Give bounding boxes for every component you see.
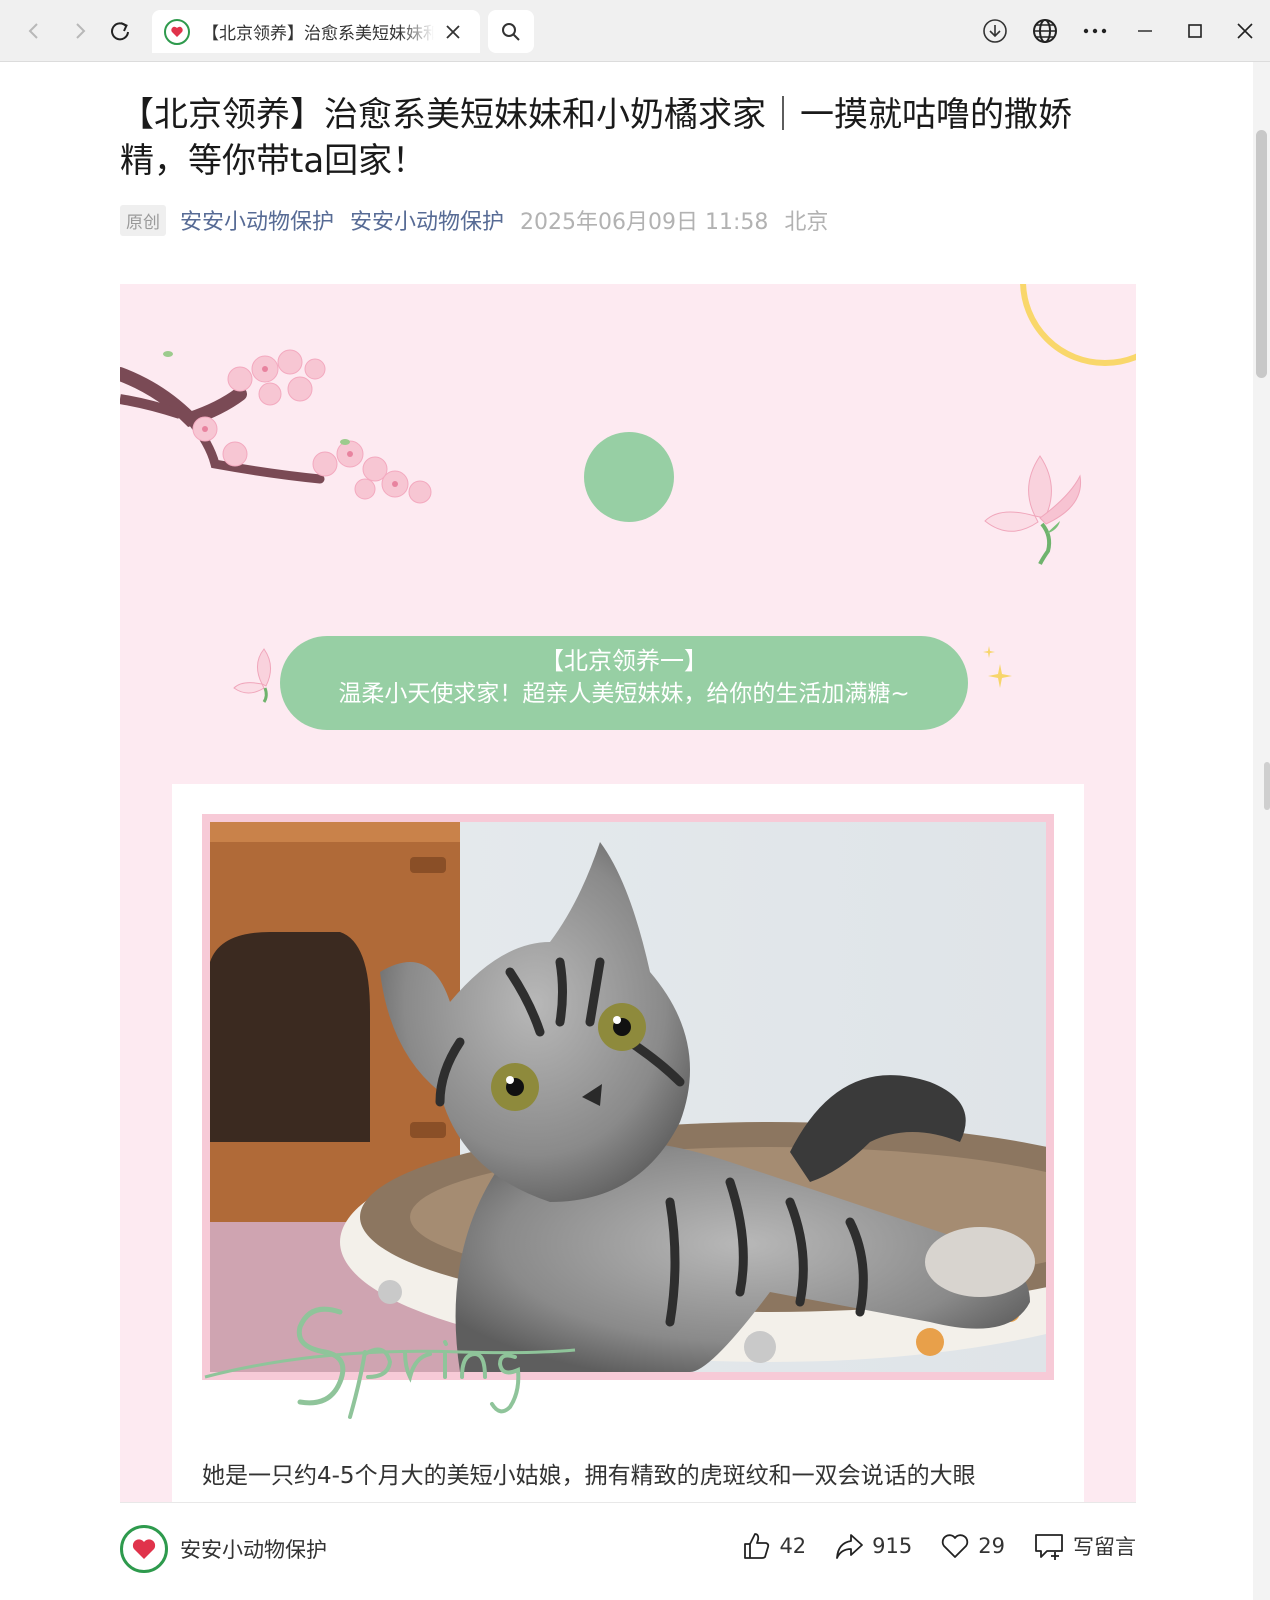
share-count: 915 xyxy=(872,1534,913,1558)
comment-button[interactable]: 写留言 xyxy=(1033,1531,1136,1561)
account-name[interactable]: 安安小动物保护 xyxy=(180,1534,327,1564)
heart-icon xyxy=(942,1534,969,1558)
scrollbar[interactable] xyxy=(1253,62,1270,1600)
globe-icon xyxy=(1033,19,1057,43)
browser-toolbar: 【北京领养】治愈系美短妹妹和小奶橘求家 xyxy=(0,0,1270,62)
scrollbar-thumb-secondary[interactable] xyxy=(1264,762,1270,810)
share-button[interactable]: 915 xyxy=(834,1531,912,1561)
sparkle-icon xyxy=(983,646,1012,688)
like-count: 42 xyxy=(779,1534,807,1558)
close-icon xyxy=(1237,23,1253,39)
search-button[interactable] xyxy=(488,10,534,53)
adoption-poster: 【北京领养一】 温柔小天使求家！超亲人美短妹妹，给你的生活加满糖~ 她是一只约4… xyxy=(120,284,1136,1502)
cherry-blossom-branch-illustration xyxy=(120,349,432,504)
more-button[interactable] xyxy=(1070,0,1120,62)
back-button[interactable] xyxy=(18,15,50,47)
minimize-button[interactable] xyxy=(1120,0,1170,62)
refresh-icon xyxy=(111,22,129,41)
cat-description: 她是一只约4-5个月大的美短小姑娘，拥有精致的虎斑纹和一双会说话的大眼 xyxy=(202,1463,976,1489)
bottom-action-bar: 安安小动物保护 42 915 29 写留言 xyxy=(120,1502,1136,1600)
back-arrow-icon xyxy=(28,23,38,39)
maximize-icon xyxy=(1188,24,1202,38)
banner-title: 【北京领养一】 xyxy=(540,647,708,675)
minimize-icon xyxy=(1138,30,1152,32)
decorative-green-dot xyxy=(584,432,674,522)
tab-title: 【北京领养】治愈系美短妹妹和小奶橘求家 xyxy=(202,24,434,44)
adoption-banner: 【北京领养一】 温柔小天使求家！超亲人美短妹妹，给你的生活加满糖~ xyxy=(280,636,968,730)
article-title: 【北京领养】治愈系美短妹妹和小奶橘求家｜一摸就咕噜的撒娇精，等你带ta回家！ xyxy=(120,95,1072,181)
account-avatar[interactable] xyxy=(120,1525,168,1573)
translate-button[interactable] xyxy=(1020,0,1070,62)
cherry-blossom-flower-illustration xyxy=(984,455,1082,565)
account-link[interactable]: 安安小动物保护 xyxy=(350,204,504,236)
spring-script-illustration xyxy=(204,1306,576,1419)
cat-photo[interactable] xyxy=(210,822,1046,1372)
favorite-button[interactable]: 29 xyxy=(940,1531,1005,1561)
refresh-button[interactable] xyxy=(104,15,136,47)
site-logo-icon xyxy=(164,18,190,45)
favorite-count: 29 xyxy=(978,1534,1005,1558)
maximize-button[interactable] xyxy=(1170,0,1220,62)
article-meta: 原创 安安小动物保护 安安小动物保护 2025年06月09日 11:58 北京 xyxy=(120,202,828,238)
search-icon xyxy=(502,22,520,41)
more-icon xyxy=(1083,28,1107,34)
heart-logo-icon xyxy=(132,1539,156,1559)
publish-date: 2025年06月09日 11:58 xyxy=(520,210,769,235)
forward-arrow-icon xyxy=(76,23,86,39)
publish-location: 北京 xyxy=(784,210,829,235)
share-icon xyxy=(836,1534,864,1559)
author-link[interactable]: 安安小动物保护 xyxy=(180,204,334,236)
close-tab-button[interactable] xyxy=(442,21,464,43)
close-window-button[interactable] xyxy=(1220,0,1270,62)
tabby-kitten-photo xyxy=(210,822,1046,1372)
download-icon xyxy=(983,19,1007,43)
comment-label: 写留言 xyxy=(1073,1535,1136,1559)
original-badge: 原创 xyxy=(120,204,166,236)
account-info[interactable]: 安安小动物保护 xyxy=(120,1525,327,1573)
forward-button[interactable] xyxy=(64,15,96,47)
download-button[interactable] xyxy=(970,0,1020,62)
active-tab[interactable]: 【北京领养】治愈系美短妹妹和小奶橘求家 xyxy=(152,10,480,53)
comment-icon xyxy=(1035,1534,1063,1560)
like-button[interactable]: 42 xyxy=(741,1531,806,1561)
close-icon xyxy=(446,24,460,39)
thumbs-up-icon xyxy=(744,1533,770,1559)
cat-card: 她是一只约4-5个月大的美短小姑娘，拥有精致的虎斑纹和一双会说话的大眼 xyxy=(172,784,1084,1502)
scrollbar-thumb[interactable] xyxy=(1256,130,1267,378)
decorative-ring xyxy=(1020,284,1136,366)
banner-subtitle: 温柔小天使求家！超亲人美短妹妹，给你的生活加满糖~ xyxy=(338,681,910,707)
